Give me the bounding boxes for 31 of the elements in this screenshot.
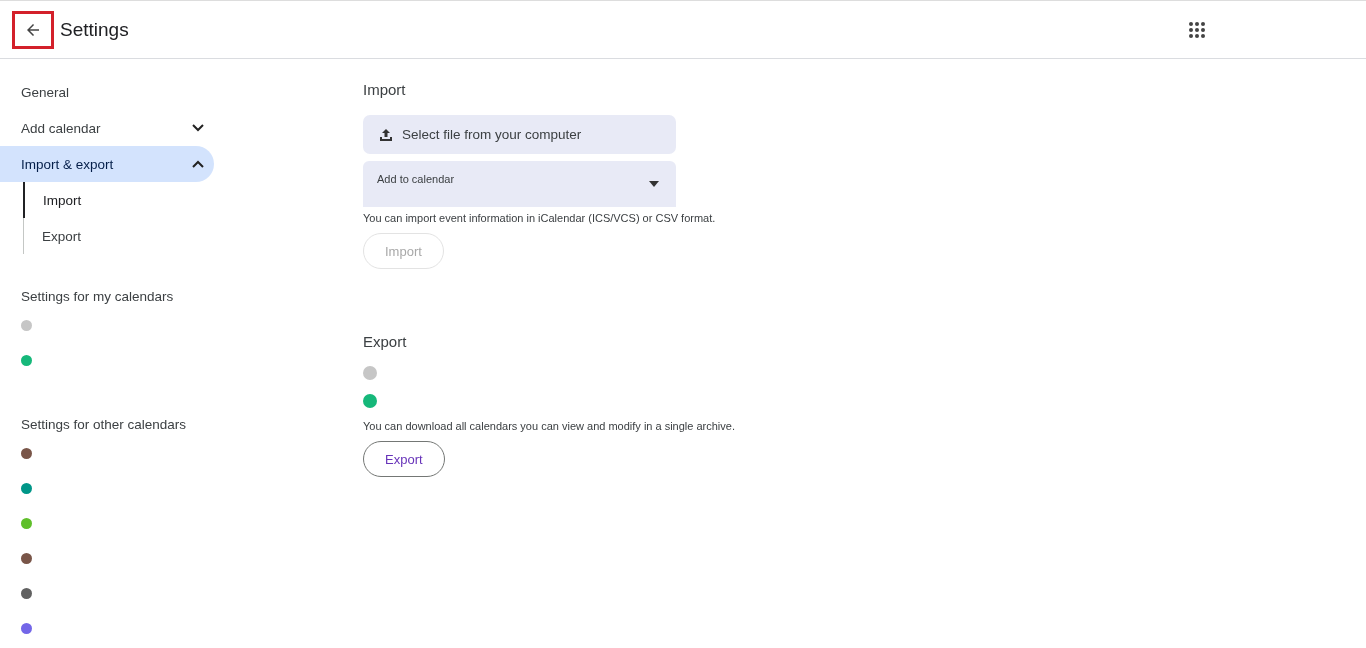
section-heading: Settings for my calendars xyxy=(20,287,175,306)
upload-icon xyxy=(379,127,393,142)
sidebar-item[interactable]: Import & export xyxy=(0,146,214,182)
calendar-color-dot[interactable] xyxy=(21,355,32,366)
sidebar-subitem[interactable]: Import xyxy=(23,182,214,218)
calendar-color-dot[interactable] xyxy=(21,518,32,529)
calendar-color-dot[interactable] xyxy=(363,394,377,408)
calendar-color-dot[interactable] xyxy=(21,553,32,564)
calendar-color-dot[interactable] xyxy=(363,366,377,380)
chevron-up-icon xyxy=(192,160,204,168)
page-title: Settings xyxy=(60,18,129,41)
section-title: Import xyxy=(363,80,406,100)
chevron-down-icon xyxy=(192,124,204,132)
section-title: Export xyxy=(363,332,407,352)
sidebar-item[interactable]: General xyxy=(0,74,214,110)
calendar-color-dot[interactable] xyxy=(21,320,32,331)
calendar-color-dot[interactable] xyxy=(21,448,32,459)
import-hint: You can import event information in iCalendar (ICS/VCS) or CSV format. xyxy=(363,212,716,224)
calendar-color-dot[interactable] xyxy=(21,483,32,494)
dropdown-caret-icon xyxy=(649,181,659,187)
section-heading: Settings for other calendars xyxy=(20,415,188,434)
sidebar-item[interactable]: Add calendar xyxy=(0,110,214,146)
sidebar-subitem[interactable]: Export xyxy=(24,218,214,254)
apps-grid-icon[interactable] xyxy=(1189,21,1205,38)
calendar-select-field[interactable]: Add to calendar xyxy=(363,161,676,207)
calendar-color-dot[interactable] xyxy=(21,588,32,599)
export-button[interactable]: Export xyxy=(363,441,445,477)
select-file-button[interactable]: Select file from your computer xyxy=(363,115,676,154)
export-hint: You can download all calendars you can view and modify in a single archive. xyxy=(363,420,735,432)
calendar-color-dot[interactable] xyxy=(21,623,32,634)
back-button[interactable] xyxy=(12,10,54,49)
